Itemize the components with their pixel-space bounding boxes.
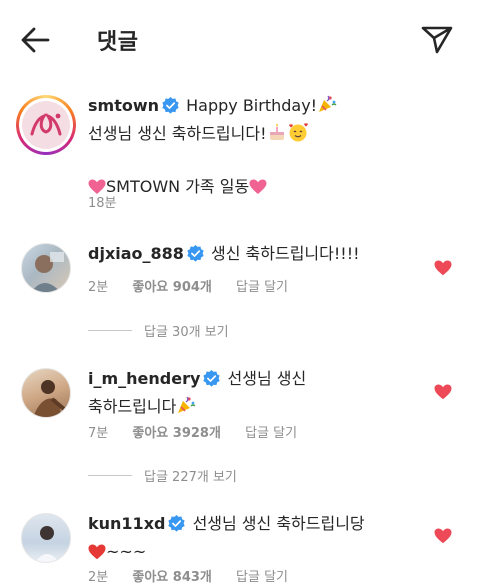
comment-body-line1: 선생님 생신 축하드립니당 <box>192 514 365 533</box>
verified-badge-icon <box>162 96 179 121</box>
caption-line2: 선생님 생신 축하드립니다! <box>88 124 267 143</box>
comment-body-line2: 축하드립니다 <box>88 397 177 416</box>
top-bar: 댓글 <box>0 0 480 78</box>
heart-filled-icon <box>434 528 452 544</box>
view-replies-label: 답글 227개 보기 <box>144 469 237 485</box>
avatar-photo <box>31 252 64 292</box>
reply-button[interactable]: 답글 달기 <box>245 426 297 441</box>
like-button[interactable] <box>434 384 452 400</box>
comment-3-text: kun11xd 선생님 생신 축하드립니당 ~~~ <box>88 511 428 567</box>
heart-filled-icon <box>434 384 452 400</box>
comment-username[interactable]: kun11xd <box>88 514 165 533</box>
comment-likes[interactable]: 좋아요 843개 <box>132 570 212 585</box>
verified-badge-icon <box>187 244 204 269</box>
comment-1-text: djxiao_888 생신 축하드립니다!!!! <box>88 241 428 269</box>
paper-plane-icon <box>421 26 453 54</box>
like-button[interactable] <box>434 528 452 544</box>
comment-body-line2: ~~~ <box>106 542 147 561</box>
comment-body: 생신 축하드립니다!!!! <box>211 244 360 263</box>
comment-likes[interactable]: 좋아요 3928개 <box>132 426 221 441</box>
comment-3-meta: 2분 좋아요 843개 답글 달기 <box>88 566 308 585</box>
smiling-face-hearts-icon <box>287 122 309 149</box>
reply-button[interactable]: 답글 달기 <box>236 280 288 295</box>
caption-line1: Happy Birthday! <box>186 96 318 115</box>
comment-username[interactable]: i_m_hendery <box>88 369 200 388</box>
caption-meta: 18분 <box>88 192 137 211</box>
comments-screen: 댓글 smtown Happy Birthday! 선생님 생신 축하드립니다!… <box>0 0 480 588</box>
verified-badge-icon <box>203 369 221 394</box>
avatar-smtown[interactable] <box>16 95 76 155</box>
avatar-photo <box>33 380 66 417</box>
share-button[interactable] <box>418 20 456 58</box>
avatar-djxiao[interactable] <box>21 243 71 293</box>
page-title: 댓글 <box>97 30 139 55</box>
view-replies-button[interactable]: 답글 227개 보기 <box>88 465 237 485</box>
view-replies-label: 답글 30개 보기 <box>144 324 229 340</box>
comment-1-meta: 2분 좋아요 904개 답글 달기 <box>88 276 308 295</box>
comment-time: 2분 <box>88 280 109 295</box>
comment-2-meta: 7분 좋아요 3928개 답글 달기 <box>88 422 317 441</box>
divider-line <box>88 329 132 331</box>
party-popper-icon <box>317 94 337 121</box>
reply-button[interactable]: 답글 달기 <box>236 570 288 585</box>
party-popper-icon <box>176 395 196 422</box>
back-button[interactable] <box>18 22 54 58</box>
comment-2-text: i_m_hendery 선생님 생신 축하드립니다 <box>88 366 428 422</box>
comment-body-line1: 선생님 생신 <box>227 369 307 388</box>
comment-username[interactable]: djxiao_888 <box>88 244 184 263</box>
caption-text: smtown Happy Birthday! 선생님 생신 축하드립니다! SM… <box>88 93 428 202</box>
caption-time: 18분 <box>88 196 117 211</box>
smtown-logo-icon <box>22 101 70 149</box>
view-replies-button[interactable]: 답글 30개 보기 <box>88 320 229 340</box>
pink-heart-icon <box>249 177 267 202</box>
red-heart-icon <box>88 542 106 567</box>
verified-badge-icon <box>168 514 186 539</box>
arrow-left-icon <box>21 27 50 53</box>
comment-likes[interactable]: 좋아요 904개 <box>132 280 212 295</box>
avatar-photo <box>35 526 59 562</box>
heart-filled-icon <box>434 260 452 276</box>
caption-username[interactable]: smtown <box>88 96 159 115</box>
sm-logo-mark <box>30 113 62 136</box>
comment-time: 7분 <box>88 426 109 441</box>
avatar-ring-inner <box>19 98 73 152</box>
avatar-hendery[interactable] <box>21 368 71 418</box>
comment-time: 2분 <box>88 570 109 585</box>
avatar-kun[interactable] <box>21 513 71 563</box>
like-button[interactable] <box>434 260 452 276</box>
divider-line <box>88 474 132 476</box>
birthday-cake-icon <box>267 122 287 149</box>
